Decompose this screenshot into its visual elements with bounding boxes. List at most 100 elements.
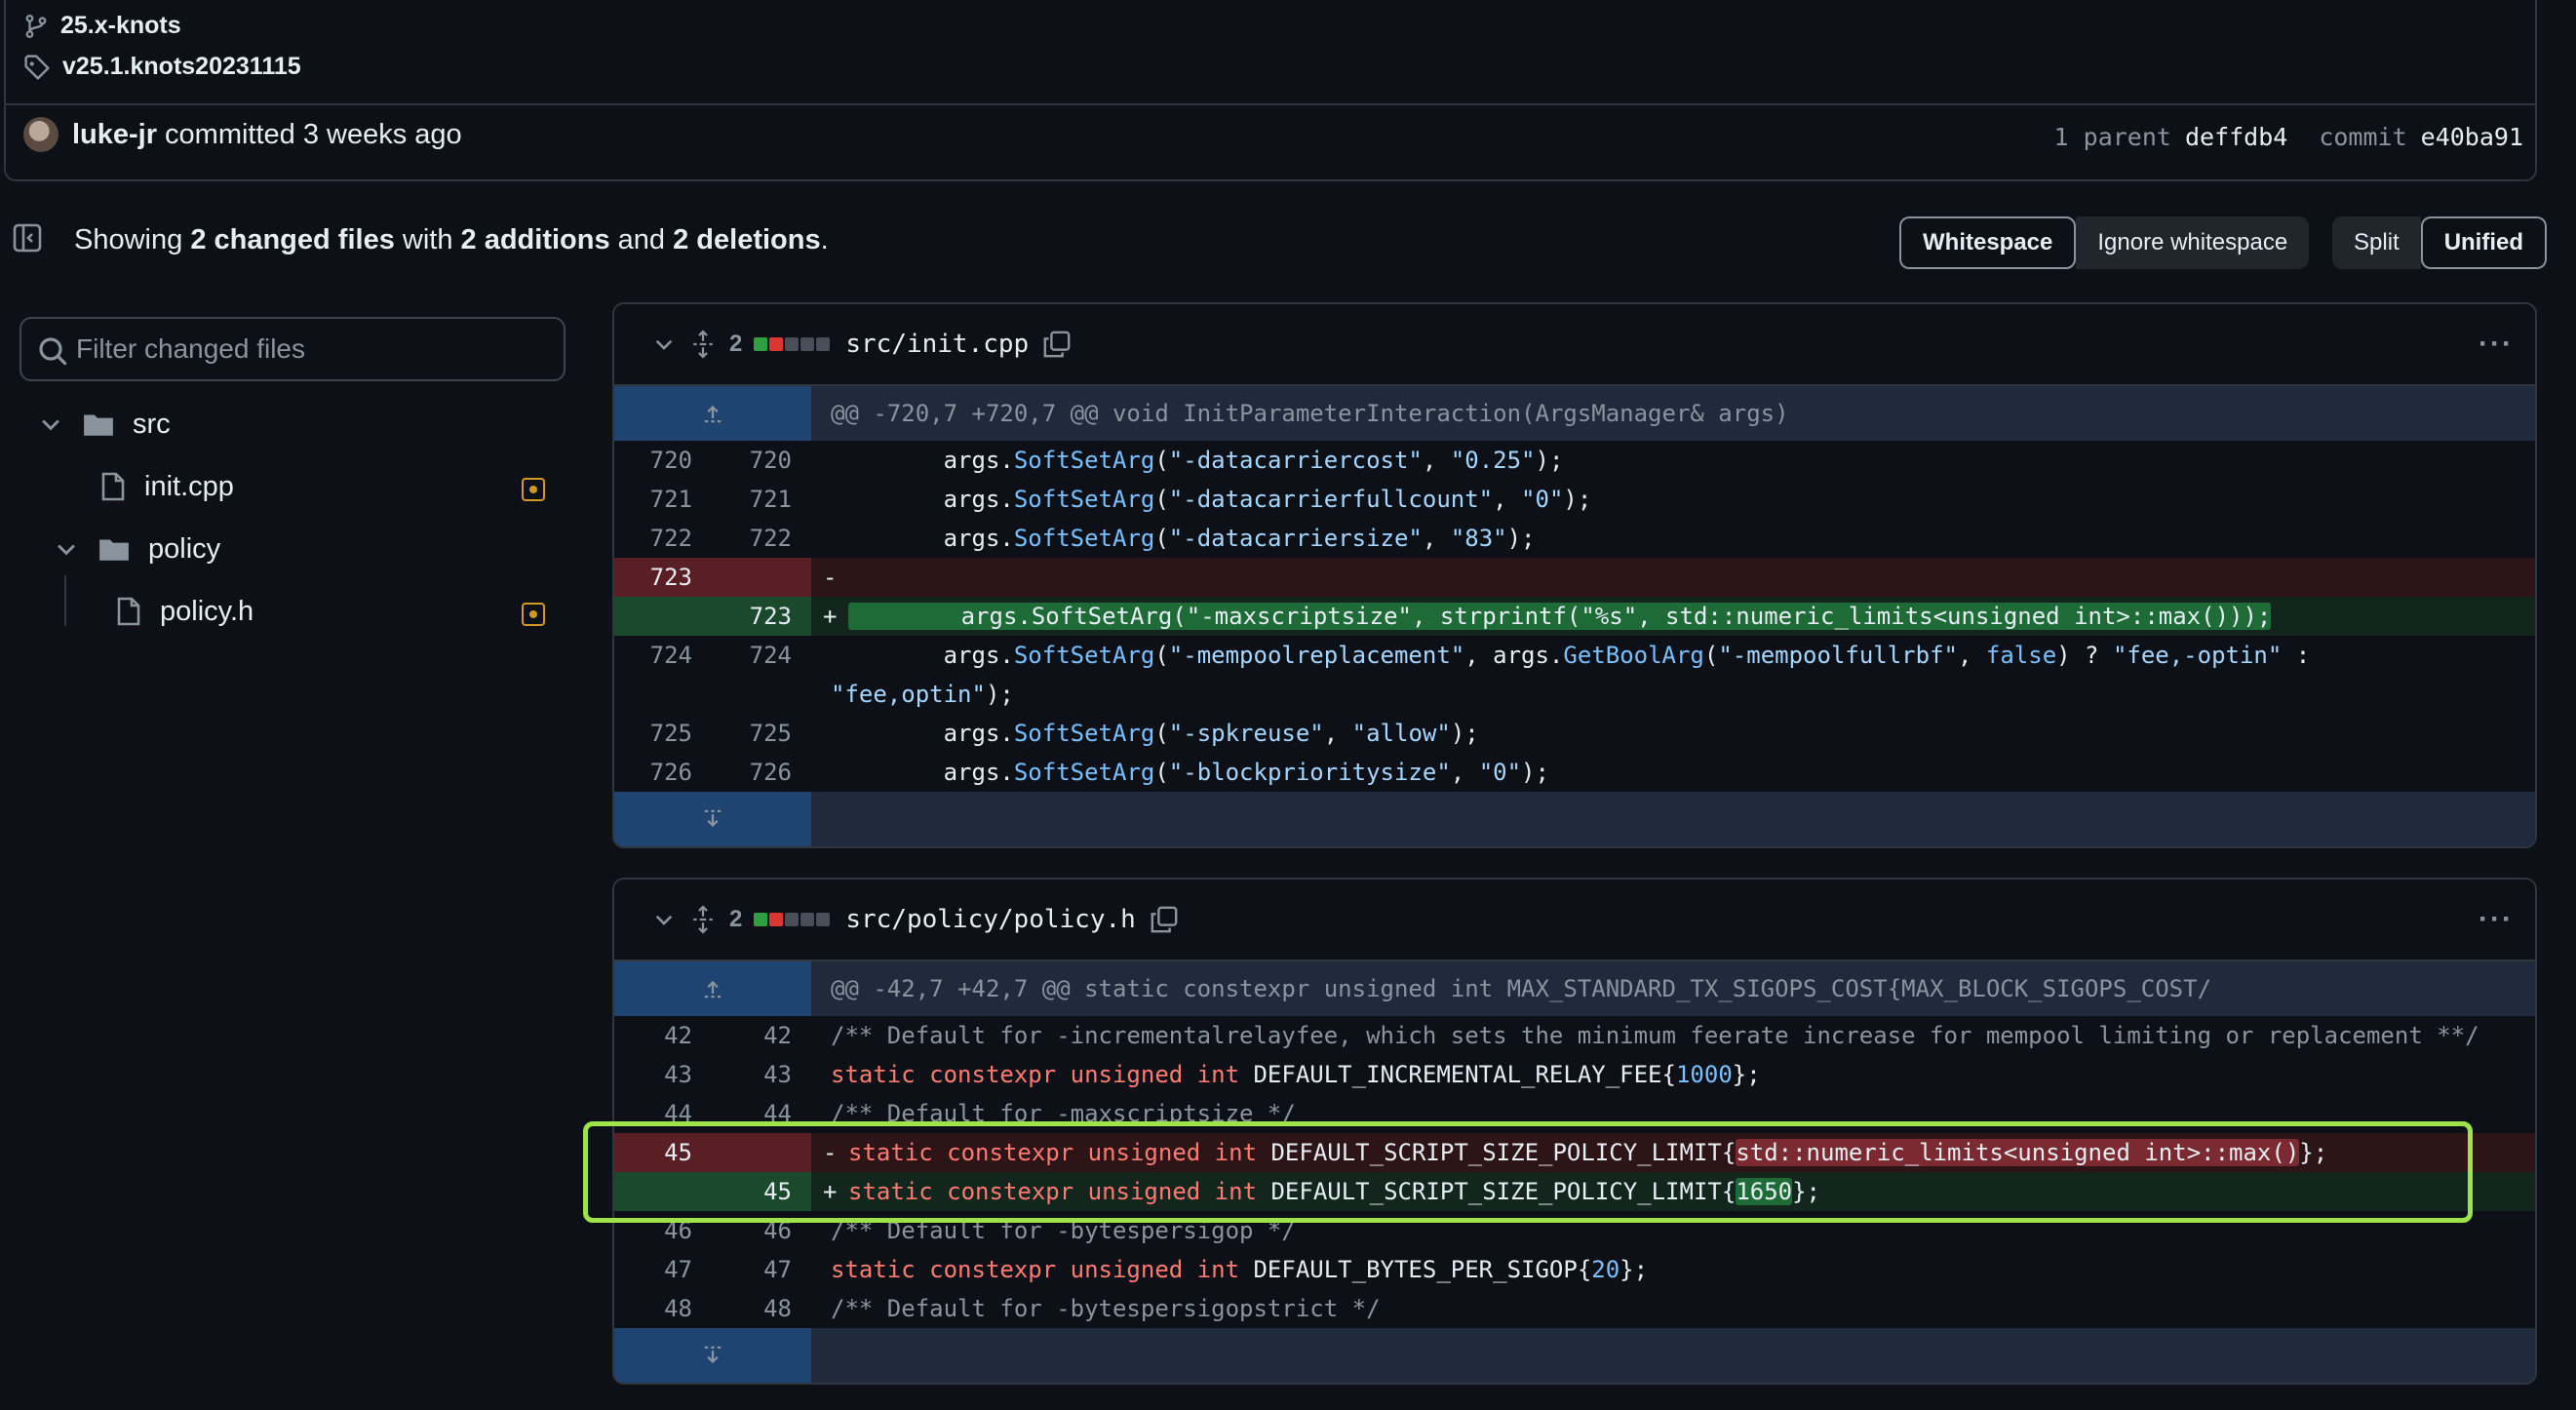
old-line-number[interactable]: 46 — [614, 1211, 712, 1250]
new-line-number[interactable]: 723 — [712, 597, 811, 636]
commit-sha[interactable]: e40ba91 — [2421, 123, 2523, 151]
tree-label-policy: policy — [148, 532, 221, 565]
expand-down-row — [614, 1328, 2535, 1383]
diff-line: 720 720 args.SoftSetArg("-datacarriercost… — [614, 441, 2535, 480]
expand-all-icon[interactable] — [690, 905, 716, 934]
old-line-number[interactable]: 48 — [614, 1289, 712, 1328]
new-line-number — [712, 675, 811, 714]
old-line-number[interactable]: 721 — [614, 480, 712, 519]
filter-files-input[interactable]: Filter changed files — [20, 317, 566, 381]
new-line-number[interactable]: 721 — [712, 480, 811, 519]
new-line-number[interactable]: 722 — [712, 519, 811, 558]
code-line: /** Default for -bytespersigopstrict */ — [831, 1295, 1381, 1322]
file-path[interactable]: src/policy/policy.h — [845, 905, 1135, 934]
code-line: "fee,optin"); — [831, 681, 1014, 708]
code-line: args.SoftSetArg("-datacarriercost", "0.2… — [831, 447, 1564, 474]
code-line: + args.SoftSetArg("-maxscriptsize", strp… — [823, 603, 2272, 630]
new-line-number[interactable]: 720 — [712, 441, 811, 480]
modified-icon — [522, 603, 545, 626]
new-line-number[interactable]: 47 — [712, 1250, 811, 1289]
copy-icon[interactable] — [1042, 330, 1072, 359]
sidebar-toggle-icon[interactable] — [12, 222, 43, 254]
tree-label-policy-h: policy.h — [160, 595, 254, 627]
code-line: /** Default for -bytespersigop */ — [831, 1217, 1296, 1244]
more-options-icon[interactable]: ··· — [2478, 903, 2514, 936]
summary-prefix: Showing — [74, 224, 183, 255]
tree-folder-src[interactable]: src — [37, 408, 171, 441]
parent-sha[interactable]: deffdb4 — [2185, 123, 2287, 151]
diff-summary: Showing 2 changed files with 2 additions… — [74, 224, 829, 256]
new-line-number[interactable]: 724 — [712, 636, 811, 675]
change-count: 2 — [729, 331, 743, 357]
tree-label-init-cpp: init.cpp — [144, 470, 234, 502]
code-line: static constexpr unsigned int DEFAULT_IN… — [831, 1061, 1761, 1088]
new-line-number[interactable]: 48 — [712, 1289, 811, 1328]
old-line-number[interactable]: 45 — [614, 1133, 712, 1172]
commit-time: committed 3 weeks ago — [165, 118, 462, 150]
old-line-number[interactable]: 725 — [614, 714, 712, 753]
old-line-number[interactable]: 720 — [614, 441, 712, 480]
hunk-header: @@ -720,7 +720,7 @@ void InitParameterIn… — [614, 386, 2535, 441]
old-line-number[interactable]: 42 — [614, 1016, 712, 1055]
file-icon — [101, 472, 125, 501]
new-line-number[interactable]: 45 — [712, 1172, 811, 1211]
parent-label: 1 parent — [2053, 123, 2171, 151]
collapse-chevron-icon[interactable] — [651, 332, 677, 357]
diff-file-policy-h: 2 src/policy/policy.h ··· @@ -42,7 +42,7… — [612, 878, 2537, 1385]
new-line-number[interactable]: 42 — [712, 1016, 811, 1055]
new-line-number[interactable]: 725 — [712, 714, 811, 753]
refs-section: 25.x-knots v25.1.knots20231115 — [6, 0, 2535, 105]
tag-ref[interactable]: v25.1.knots20231115 — [23, 53, 301, 81]
code-line: /** Default for -maxscriptsize */ — [831, 1100, 1296, 1127]
old-line-number[interactable]: 44 — [614, 1094, 712, 1133]
expand-down-icon[interactable] — [614, 1328, 811, 1383]
new-line-number[interactable]: 43 — [712, 1055, 811, 1094]
code-line: args.SoftSetArg("-mempoolreplacement", a… — [831, 642, 2311, 669]
new-line-number[interactable]: 726 — [712, 753, 811, 792]
split-button[interactable]: Split — [2332, 216, 2421, 269]
hunk-text: @@ -720,7 +720,7 @@ void InitParameterIn… — [831, 400, 1789, 427]
diff-line-added: 45 + static constexpr unsigned int DEFAULT… — [614, 1172, 2535, 1211]
new-line-number[interactable]: 46 — [712, 1211, 811, 1250]
new-line-number[interactable]: 44 — [712, 1094, 811, 1133]
file-path[interactable]: src/init.cpp — [845, 330, 1029, 359]
diff-line: 721 721 args.SoftSetArg("-datacarrierfull… — [614, 480, 2535, 519]
branch-ref[interactable]: 25.x-knots — [23, 12, 181, 40]
folder-icon — [99, 539, 129, 561]
tag-name: v25.1.knots20231115 — [62, 53, 301, 80]
expand-up-icon[interactable] — [614, 386, 811, 441]
old-line-number[interactable]: 726 — [614, 753, 712, 792]
author-name[interactable]: luke-jr — [72, 119, 157, 151]
commit-label: commit — [2319, 123, 2407, 151]
search-icon — [39, 337, 67, 366]
diff-line: 44 44 /** Default for -maxscriptsize */ — [614, 1094, 2535, 1133]
ignore-whitespace-button[interactable]: Ignore whitespace — [2076, 216, 2310, 269]
commit-meta: 1 parent deffdb4 commit e40ba91 — [2054, 123, 2523, 151]
whitespace-button[interactable]: Whitespace — [1899, 216, 2077, 269]
commit-header: 25.x-knots v25.1.knots20231115 luke-jr c… — [4, 0, 2537, 181]
old-line-number[interactable]: 43 — [614, 1055, 712, 1094]
code-line: + static constexpr unsigned int DEFAULT_S… — [823, 1178, 1821, 1205]
old-line-number[interactable]: 724 — [614, 636, 712, 675]
avatar[interactable] — [23, 117, 59, 152]
old-line-number[interactable]: 723 — [614, 558, 712, 597]
expand-down-icon[interactable] — [614, 792, 811, 846]
code-line: args.SoftSetArg("-datacarrierfullcount",… — [831, 486, 1592, 513]
hunk-text: @@ -42,7 +42,7 @@ static constexpr unsig… — [831, 975, 2212, 1002]
tree-folder-policy[interactable]: policy — [53, 532, 220, 566]
collapse-chevron-icon[interactable] — [651, 907, 677, 932]
diff-line: 726 726 args.SoftSetArg("-blockprioritysi… — [614, 753, 2535, 792]
unified-button[interactable]: Unified — [2420, 216, 2548, 269]
old-line-number[interactable]: 47 — [614, 1250, 712, 1289]
copy-icon[interactable] — [1150, 905, 1179, 934]
expand-all-icon[interactable] — [690, 330, 716, 359]
code-line: args.SoftSetArg("-spkreuse", "allow"); — [831, 720, 1479, 747]
diff-line: 47 47 static constexpr unsigned int DEFAUL… — [614, 1250, 2535, 1289]
expand-up-icon[interactable] — [614, 961, 811, 1016]
tree-file-init-cpp[interactable]: init.cpp — [98, 470, 234, 503]
hunk-header: @@ -42,7 +42,7 @@ static constexpr unsig… — [614, 961, 2535, 1016]
more-options-icon[interactable]: ··· — [2478, 328, 2514, 361]
old-line-number — [614, 1172, 712, 1211]
tree-file-policy-h[interactable]: policy.h — [113, 595, 254, 628]
old-line-number[interactable]: 722 — [614, 519, 712, 558]
